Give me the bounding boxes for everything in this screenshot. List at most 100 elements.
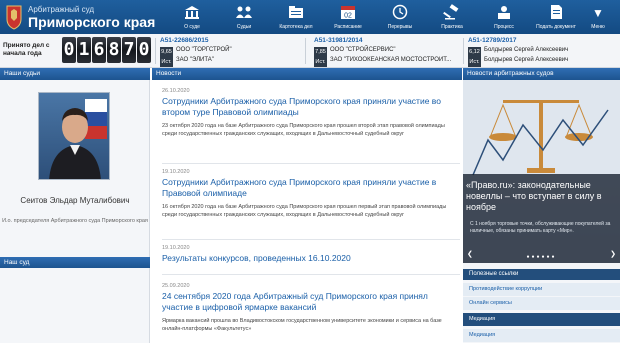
nav-cases-label: Картотека дел (279, 24, 313, 30)
case-party: ЗАО "ЭЛИТА" (176, 57, 214, 63)
divider (155, 38, 156, 64)
calendar-icon: 02 (341, 6, 355, 20)
news-title-link[interactable]: Сотрудники Арбитражного суда Приморского… (162, 177, 460, 198)
judge-name[interactable]: Сеитов Эльдар Муталибович (0, 196, 150, 206)
news-item: 19.10.2020 Сотрудники Арбитражного суда … (162, 169, 460, 219)
link-anticorruption[interactable]: Противодействие коррупции (463, 283, 620, 296)
case-score-badge: 6,12 Ист. (468, 47, 481, 67)
arbitration-news-panel: «Право.ru»: законодательные новеллы – чт… (463, 80, 620, 343)
news-excerpt: Ярмарка вакансий прошла во Владивостокск… (162, 318, 442, 332)
news-item: 19.10.2020 Результаты конкурсов, проведе… (162, 245, 460, 264)
news-excerpt: 23 октября 2020 года на базе Арбитражног… (162, 123, 445, 137)
judges-icon (236, 6, 252, 18)
nav-practice-label: Практика (441, 24, 463, 30)
case-card[interactable]: А51-12789/2017 6,12 Ист. Болдырев Сергей … (468, 37, 618, 67)
nav-about-label: О суде (184, 24, 200, 30)
nav-schedule[interactable]: 02 Расписание (322, 0, 374, 34)
process-icon (498, 6, 510, 19)
case-party: ООО "СТРОЙСЕРВИС" (330, 47, 396, 53)
arbitration-news-header[interactable]: Новости арбитражных судов (463, 68, 620, 80)
divider (162, 239, 460, 240)
building-icon (185, 6, 199, 19)
news-title-link[interactable]: Сотрудники Арбитражного суда Приморского… (162, 96, 460, 117)
slider-dots[interactable]: ●●●●●● (463, 254, 620, 260)
nav-process[interactable]: Процесс (478, 0, 530, 34)
case-party: Болдырев Сергей Алексеевич (484, 47, 569, 53)
link-online-services[interactable]: Онлайн сервисы (463, 297, 620, 310)
featured-news-title[interactable]: «Право.ru»: законодательные новеллы – чт… (466, 180, 618, 213)
featured-news-slide[interactable]: «Право.ru»: законодательные новеллы – чт… (463, 80, 620, 263)
nav-process-label: Процесс (494, 24, 514, 30)
calendar-day: 02 (344, 13, 352, 20)
news-header[interactable]: Новости (152, 68, 462, 80)
judge-photo[interactable] (38, 92, 110, 180)
nav-submit-label: Подать документ (536, 24, 576, 30)
news-item: 25.09.2020 24 сентября 2020 года Арбитра… (162, 283, 460, 333)
chevron-down-icon: ▼ (592, 6, 604, 20)
cases-counter: 0 1 6 8 7 0 (62, 37, 152, 63)
menu-label: Меню (591, 24, 605, 30)
case-score-badge: 7,85 Ист. (314, 47, 327, 67)
counter-digit: 8 (107, 37, 121, 63)
news-date: 26.10.2020 (162, 88, 190, 94)
nav-submit-document[interactable]: Подать документ (530, 0, 582, 34)
divider (162, 163, 460, 164)
coat-of-arms-icon[interactable] (5, 3, 23, 30)
judge-portrait-image (49, 99, 107, 179)
news-date: 25.09.2020 (162, 283, 190, 289)
scales-of-justice-image (463, 80, 620, 180)
divider (463, 38, 464, 64)
chevron-right-icon[interactable]: ❯ (610, 250, 616, 258)
main-nav: О суде Судьи Картотека дел 02 Расписание (166, 0, 582, 34)
case-party: ООО "ТОРГСТРОЙ" (176, 47, 232, 53)
document-icon (551, 5, 562, 19)
case-number[interactable]: А51-31981/2014 (314, 37, 362, 44)
case-number[interactable]: А51-22686/2015 (160, 37, 208, 44)
cases-counter-bar: Принято дел с начала года 0 1 6 8 7 0 А5… (0, 34, 620, 68)
counter-digit: 0 (137, 37, 151, 63)
nav-breaks[interactable]: Перерывы (374, 0, 426, 34)
divider (305, 38, 306, 64)
nav-breaks-label: Перерывы (387, 24, 413, 30)
useful-links-header: Полезные ссылки (463, 269, 620, 280)
news-item: 26.10.2020 Сотрудники Арбитражного суда … (162, 88, 460, 138)
news-date: 19.10.2020 (162, 245, 190, 251)
nav-judges[interactable]: Судьи (218, 0, 270, 34)
judge-role: И.о. председателя Арбитражного суда Прим… (2, 218, 148, 224)
gavel-icon (443, 4, 459, 20)
nav-cases[interactable]: Картотека дел (270, 0, 322, 34)
nav-judges-label: Судьи (236, 24, 252, 30)
case-card[interactable]: А51-22686/2015 9,65 Ист. ООО "ТОРГСТРОЙ" … (160, 37, 310, 67)
judges-header[interactable]: Наши судьи (0, 68, 150, 80)
nav-about[interactable]: О суде (166, 0, 218, 34)
news-date: 19.10.2020 (162, 169, 190, 175)
our-court-header[interactable]: Наш суд (0, 257, 150, 268)
site-header: Арбитражный суд Приморского края О суде … (0, 0, 620, 34)
counter-digit: 1 (77, 37, 91, 63)
link-mediation[interactable]: Медиация (463, 329, 620, 342)
case-score-badge: 9,65 Ист. (160, 47, 173, 67)
menu-button[interactable]: ▼ Меню (578, 0, 618, 34)
case-party: ЗАО "ТИХООКЕАНСКАЯ МОСТОСТРОИТ... (330, 57, 452, 63)
case-number[interactable]: А51-12789/2017 (468, 37, 516, 44)
court-subtitle[interactable]: Арбитражный суд (28, 5, 94, 14)
counter-label: Принято дел с начала года (3, 42, 50, 57)
case-party: Болдырев Сергей Алексеевич (484, 57, 569, 63)
case-card[interactable]: А51-31981/2014 7,85 Ист. ООО "СТРОЙСЕРВИС… (314, 37, 464, 67)
clock-icon (392, 4, 408, 20)
court-title[interactable]: Приморского края (28, 14, 155, 30)
featured-news-text: С 1 ноября торговые точки, обслуживающие… (470, 221, 611, 234)
news-excerpt: 16 октября 2020 года на базе Арбитражног… (162, 204, 447, 218)
counter-digit: 6 (92, 37, 106, 63)
news-title-link[interactable]: 24 сентября 2020 года Арбитражный суд Пр… (162, 291, 460, 312)
nav-schedule-label: Расписание (334, 24, 362, 30)
counter-digit: 7 (122, 37, 136, 63)
folders-icon (289, 6, 303, 18)
divider (162, 274, 460, 275)
news-list: 26.10.2020 Сотрудники Арбитражного суда … (152, 80, 462, 343)
counter-digit: 0 (62, 37, 76, 63)
link-mediation-active[interactable]: Медиация (463, 313, 620, 326)
news-title-link[interactable]: Результаты конкурсов, проведенных 16.10.… (162, 253, 460, 264)
nav-practice[interactable]: Практика (426, 0, 478, 34)
judges-panel: Сеитов Эльдар Муталибович И.о. председат… (0, 80, 150, 343)
